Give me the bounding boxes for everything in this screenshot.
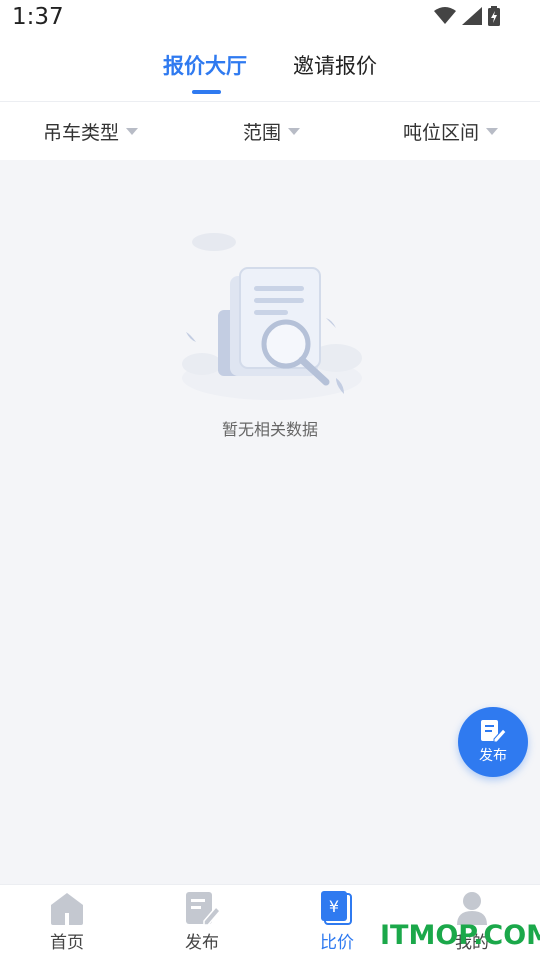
- filter-range-label: 范围: [243, 122, 282, 144]
- filter-crane-type[interactable]: 吊车类型: [43, 118, 139, 145]
- tab-invite-quote[interactable]: 邀请报价: [293, 50, 377, 80]
- filter-bar: 吊车类型 范围 吨位区间: [0, 102, 540, 160]
- tab-quote-hall[interactable]: 报价大厅: [163, 50, 247, 80]
- edit-doc-icon: [481, 720, 506, 743]
- tab-indicator: [192, 90, 221, 94]
- empty-state-text: 暂无相关数据: [221, 420, 318, 439]
- battery-icon: [488, 6, 500, 26]
- chevron-down-icon: [486, 128, 499, 135]
- status-bar: 1:37: [0, 0, 540, 36]
- filter-crane-type-label: 吊车类型: [43, 122, 120, 144]
- filter-tonnage-label: 吨位区间: [403, 122, 480, 144]
- top-tabs: 报价大厅 邀请报价: [0, 36, 540, 102]
- nav-label-publish: 发布: [185, 933, 219, 953]
- nav-label-compare: 比价: [320, 933, 354, 953]
- publish-fab-label: 发布: [479, 748, 507, 764]
- status-icons: [434, 6, 500, 26]
- nav-label-home: 首页: [50, 933, 84, 953]
- chevron-down-icon: [288, 128, 301, 135]
- watermark-text: ITMOP.COM: [380, 920, 540, 951]
- wifi-icon: [434, 7, 456, 24]
- filter-range[interactable]: 范围: [243, 118, 301, 145]
- nav-item-compare[interactable]: ¥ 比价: [297, 891, 377, 953]
- signal-icon: [462, 7, 482, 25]
- status-time: 1:37: [12, 4, 64, 30]
- svg-text:¥: ¥: [329, 897, 339, 916]
- filter-tonnage[interactable]: 吨位区间: [403, 118, 499, 145]
- nav-item-home[interactable]: 首页: [27, 891, 107, 953]
- yen-doc-icon: ¥: [321, 891, 352, 925]
- publish-fab-button[interactable]: 发布: [458, 707, 528, 777]
- edit-doc-icon: [186, 892, 220, 925]
- chevron-down-icon: [126, 128, 139, 135]
- nav-item-publish[interactable]: 发布: [162, 891, 242, 953]
- empty-search-illustration-icon: [182, 233, 362, 400]
- home-icon: [51, 893, 83, 925]
